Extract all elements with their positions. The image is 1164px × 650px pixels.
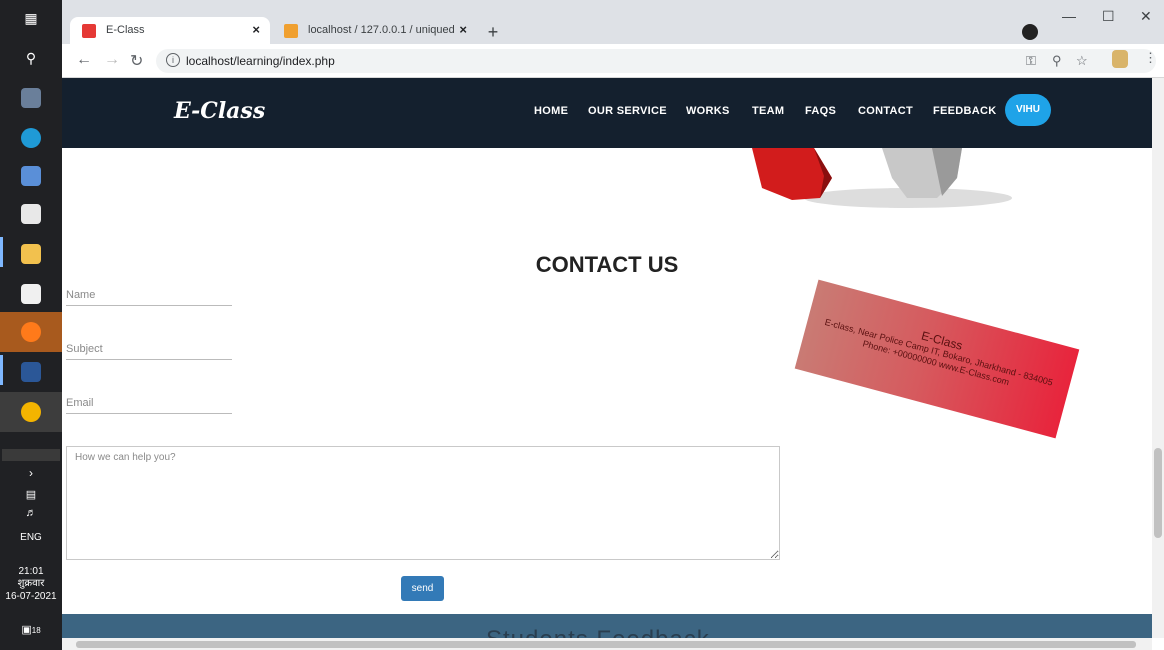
vertical-scroll-thumb[interactable] bbox=[1154, 448, 1162, 538]
subject-input[interactable] bbox=[66, 338, 232, 360]
search-icon[interactable]: ⚲ bbox=[21, 48, 41, 68]
tray-icons[interactable]: ▤ bbox=[21, 485, 41, 505]
nav-our-service[interactable]: OUR SERVICE bbox=[588, 105, 667, 117]
close-tab-icon[interactable]: × bbox=[455, 22, 467, 37]
file-explorer-icon[interactable] bbox=[0, 234, 62, 274]
clock-date: 16-07-2021 bbox=[5, 591, 57, 602]
url-text[interactable]: localhost/learning/index.php bbox=[186, 54, 335, 68]
feedback-section: Students Feedback bbox=[62, 614, 1152, 638]
zoom-icon[interactable]: ⚲ bbox=[1052, 53, 1062, 69]
page-viewport: E-Class HOME OUR SERVICE WORKS TEAM FAQS… bbox=[62, 78, 1152, 638]
address-bar[interactable]: i localhost/learning/index.php ⚿ ⚲ ☆ bbox=[156, 49, 1156, 73]
tab-eclass[interactable]: E-Class × bbox=[70, 17, 270, 44]
close-window-icon[interactable]: ✕ bbox=[1140, 8, 1152, 25]
profile-icon[interactable] bbox=[1022, 24, 1038, 40]
key-icon[interactable]: ⚿ bbox=[1026, 53, 1036, 69]
clock-day: शुक्रवार bbox=[17, 578, 45, 589]
nav-works[interactable]: WORKS bbox=[686, 105, 730, 117]
forward-icon[interactable]: → bbox=[104, 51, 120, 69]
network-app-icon[interactable] bbox=[0, 156, 62, 196]
horizontal-scroll-thumb[interactable] bbox=[76, 641, 1136, 648]
windows-start-icon[interactable]: ▦ bbox=[21, 8, 41, 28]
extension-icon[interactable] bbox=[1112, 50, 1128, 68]
firefox-icon[interactable] bbox=[0, 312, 62, 352]
volume-icon[interactable]: ♬ bbox=[21, 503, 41, 523]
tab-label: E-Class bbox=[106, 24, 145, 36]
contact-heading: CONTACT US bbox=[535, 252, 679, 277]
card-address: E-class, Near Police Camp IT, Bokaro, Jh… bbox=[823, 316, 1054, 388]
send-button[interactable]: send bbox=[401, 576, 444, 601]
tab-label: localhost / 127.0.0.1 / uniquede bbox=[308, 24, 461, 36]
clock-time[interactable]: 21:01 bbox=[0, 566, 62, 577]
site-navbar: E-Class HOME OUR SERVICE WORKS TEAM FAQS… bbox=[62, 78, 1152, 148]
store-icon[interactable] bbox=[0, 274, 62, 314]
windows-taskbar: ▦ ⚲ › ▤ ♬ ENG 21:01 शुक्रवार 16-07-2021 … bbox=[0, 0, 62, 650]
back-icon[interactable]: ← bbox=[76, 51, 92, 69]
horizontal-scrollbar[interactable] bbox=[62, 638, 1152, 650]
word-icon[interactable] bbox=[0, 352, 62, 392]
message-textarea[interactable] bbox=[66, 446, 780, 560]
notification-icon[interactable]: ▣18 bbox=[21, 620, 41, 640]
browser-window: E-Class × localhost / 127.0.0.1 / unique… bbox=[62, 0, 1164, 650]
nav-home[interactable]: HOME bbox=[534, 105, 568, 117]
faq-graphic bbox=[752, 148, 1012, 208]
bookmark-star-icon[interactable]: ☆ bbox=[1076, 53, 1088, 69]
user-button[interactable]: VIHU bbox=[1005, 94, 1051, 126]
language-indicator[interactable]: ENG bbox=[0, 532, 62, 543]
feedback-heading: Students Feedback bbox=[486, 626, 710, 638]
nav-feedback[interactable]: FEEDBACK bbox=[933, 105, 997, 117]
tab-phpmyadmin[interactable]: localhost / 127.0.0.1 / uniquede × bbox=[272, 17, 477, 44]
camera-app-icon[interactable] bbox=[0, 78, 62, 118]
name-input[interactable] bbox=[66, 284, 232, 306]
vertical-scrollbar[interactable] bbox=[1152, 78, 1164, 638]
mail-icon[interactable] bbox=[0, 194, 62, 234]
site-logo[interactable]: E-Class bbox=[174, 98, 265, 124]
browser-toolbar: ← → ↻ i localhost/learning/index.php ⚿ ⚲… bbox=[62, 44, 1164, 78]
menu-dots-icon[interactable]: ⋮ bbox=[1144, 50, 1157, 66]
phpmyadmin-favicon-icon bbox=[284, 24, 298, 38]
nav-faqs[interactable]: FAQS bbox=[805, 105, 836, 117]
chevron-right-icon[interactable]: › bbox=[21, 463, 41, 483]
minimize-icon[interactable]: — bbox=[1062, 8, 1076, 24]
close-tab-icon[interactable]: × bbox=[252, 22, 260, 37]
address-card: E-Class E-class, Near Police Camp IT, Bo… bbox=[794, 279, 1080, 439]
email-input[interactable] bbox=[66, 392, 232, 414]
chrome-icon[interactable] bbox=[0, 392, 62, 432]
new-tab-button[interactable]: + bbox=[482, 22, 504, 44]
tab-strip: E-Class × localhost / 127.0.0.1 / unique… bbox=[62, 0, 1164, 44]
taskbar-scroll[interactable] bbox=[2, 449, 60, 461]
nav-contact[interactable]: CONTACT bbox=[858, 105, 913, 117]
site-info-icon[interactable]: i bbox=[166, 53, 180, 67]
notification-count: 18 bbox=[31, 626, 41, 635]
reload-icon[interactable]: ↻ bbox=[130, 51, 143, 71]
nav-team[interactable]: TEAM bbox=[752, 105, 784, 117]
maximize-icon[interactable]: ☐ bbox=[1102, 8, 1115, 25]
edge-browser-icon[interactable] bbox=[0, 118, 62, 158]
eclass-favicon-icon bbox=[82, 24, 96, 38]
